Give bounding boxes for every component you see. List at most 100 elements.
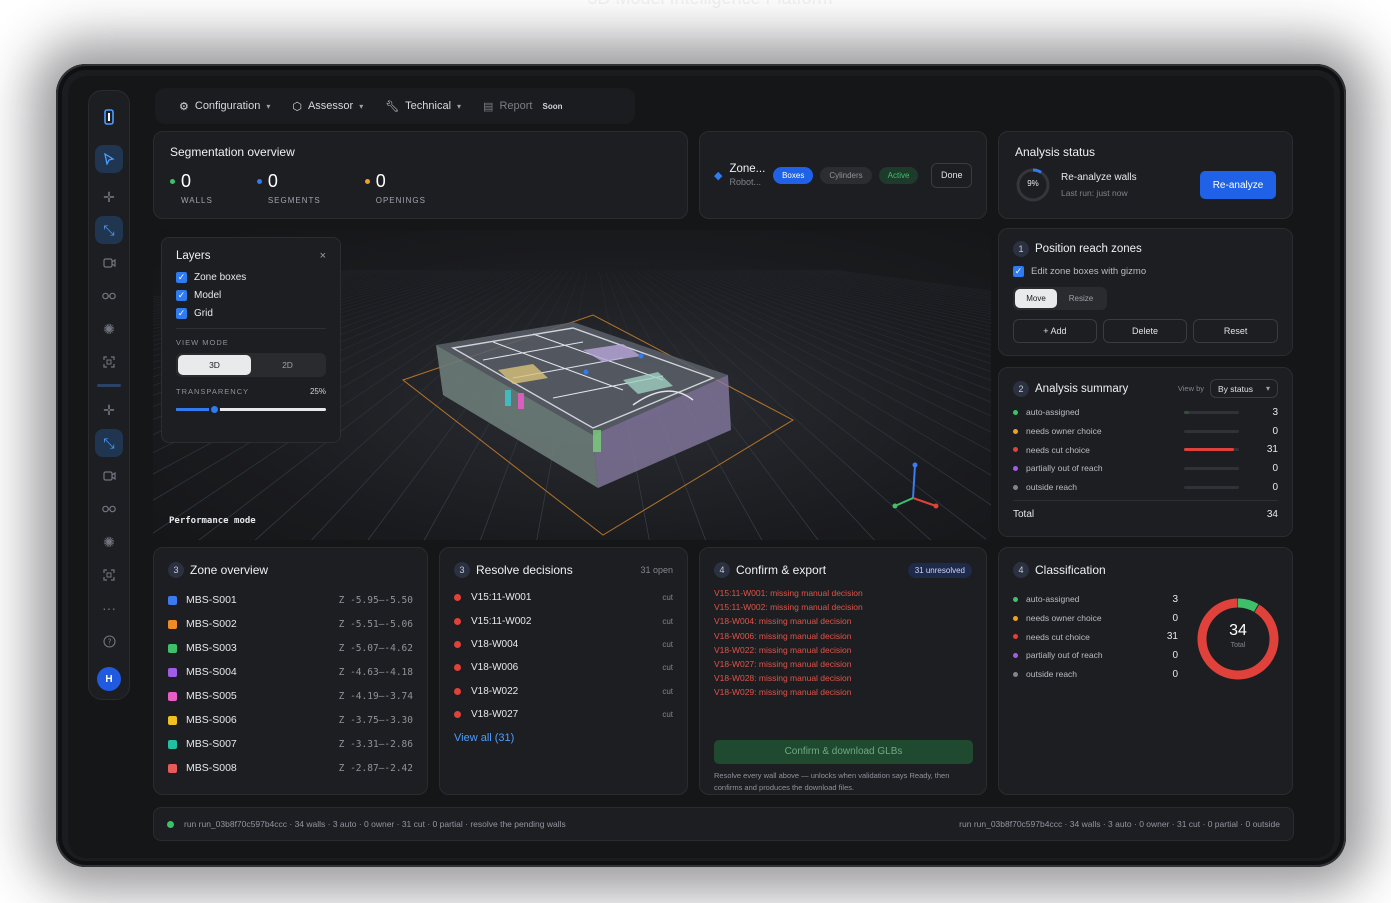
decision-row[interactable]: V15:11-W001 cut	[454, 586, 673, 609]
decision-row[interactable]: V18-W027 cut	[454, 703, 673, 726]
validation-message: V18-W027: missing manual decision	[714, 658, 852, 669]
unresolved-badge: 31 unresolved	[907, 562, 972, 578]
zone-list: MBS-S001 Z -5.95–-5.50 MBS-S002 Z -5.51–-5.…	[168, 588, 413, 780]
classification-title: Classification	[1035, 563, 1106, 577]
menu-configuration-label: Configuration	[194, 100, 261, 112]
validation-messages: V15:11-W001: missing manual decision V15:…	[714, 588, 972, 702]
glasses-icon-2[interactable]	[95, 495, 123, 523]
summary-bar	[1184, 448, 1239, 452]
decision-row[interactable]: V18-W006 cut	[454, 656, 673, 679]
reanalyze-button[interactable]: Re-analyze	[1200, 171, 1276, 199]
add-zone-button[interactable]: + Add	[1013, 319, 1097, 343]
summary-row: partially out of reach 0	[1013, 459, 1278, 478]
zone-row[interactable]: MBS-S002 Z -5.51–-5.06	[168, 612, 413, 636]
avatar[interactable]: H	[97, 667, 121, 691]
resize-button[interactable]: Resize	[1057, 289, 1105, 308]
zone-row[interactable]: MBS-S008 Z -2.87–-2.42	[168, 756, 413, 780]
collapse-arrows-icon-2[interactable]: ⤡	[95, 429, 123, 457]
decision-row[interactable]: V18-W022 cut	[454, 680, 673, 703]
slider-thumb[interactable]	[208, 404, 220, 415]
loader-icon-2[interactable]: ✺	[95, 528, 123, 556]
checkbox-checked-icon[interactable]: ✓	[176, 272, 187, 283]
done-button[interactable]: Done	[931, 162, 972, 188]
pill-cylinders[interactable]: Cylinders	[820, 166, 872, 184]
view-all-link[interactable]: View all (31)	[454, 732, 673, 744]
stat-openings: 0 OPENINGS	[364, 171, 426, 205]
status-dot	[1013, 465, 1018, 471]
checkbox-checked-icon[interactable]: ✓	[1013, 266, 1024, 277]
zone-row[interactable]: MBS-S003 Z -5.07–-4.62	[168, 636, 413, 660]
collapse-arrows-icon[interactable]: ⤡	[95, 216, 123, 244]
pending-dot	[454, 640, 461, 648]
decision-row[interactable]: V15:11-W002 cut	[454, 609, 673, 632]
status-dot	[1013, 615, 1018, 621]
zone-row[interactable]: MBS-S004 Z -4.63–-4.18	[168, 660, 413, 684]
position-reach-panel: 1 Position reach zones ✓ Edit zone boxes …	[998, 228, 1293, 356]
decision-row[interactable]: V18-W004 cut	[454, 633, 673, 656]
status-dot	[1013, 671, 1018, 677]
view-by-select[interactable]: By status ▾	[1210, 379, 1278, 398]
summary-row: auto-assigned 3	[1013, 403, 1278, 422]
pending-dot	[454, 687, 461, 695]
delete-zone-button[interactable]: Delete	[1102, 319, 1188, 343]
transparency-label: TRANSPARENCY	[176, 387, 250, 396]
move-icon-2[interactable]: ✛	[95, 396, 123, 424]
zone-row[interactable]: MBS-S001 Z -5.95–-5.50	[168, 588, 413, 612]
transparency-slider[interactable]	[176, 404, 326, 415]
zone-row[interactable]: MBS-S006 Z -3.75–-3.30	[168, 708, 413, 732]
zone-range: Z -5.95–-5.50	[338, 594, 413, 606]
classification-label: auto-assigned	[1026, 594, 1080, 605]
confirm-download-button[interactable]: Confirm & download GLBs	[714, 739, 973, 764]
layer-grid[interactable]: ✓ Grid	[176, 308, 326, 319]
pill-boxes[interactable]: Boxes	[773, 166, 814, 184]
decision-tag: cut	[662, 639, 673, 649]
frame-focus-icon-2[interactable]	[95, 561, 123, 589]
layer-zone-boxes[interactable]: ✓ Zone boxes	[176, 272, 326, 283]
soon-badge: Soon	[542, 101, 563, 111]
zone-color-swatch	[168, 715, 177, 725]
menu-configuration[interactable]: ⚙ Configuration ▾	[179, 100, 270, 113]
document-icon: ▤	[483, 100, 494, 113]
help-icon[interactable]: ?	[95, 627, 123, 655]
checkbox-checked-icon[interactable]: ✓	[176, 290, 187, 301]
glasses-icon[interactable]	[95, 282, 123, 310]
reset-zones-button[interactable]: Reset	[1193, 319, 1278, 343]
close-icon[interactable]: ×	[320, 250, 326, 262]
move-icon[interactable]: ✛	[95, 183, 123, 211]
summary-list: auto-assigned 3 needs owner choice 0 needs c…	[1013, 403, 1278, 496]
edit-gizmo-option[interactable]: ✓ Edit zone boxes with gizmo	[1013, 266, 1278, 277]
slider-fill	[176, 408, 214, 411]
layer-model[interactable]: ✓ Model	[176, 290, 326, 301]
move-button[interactable]: Move	[1015, 289, 1057, 308]
camera-icon-2[interactable]	[95, 462, 123, 490]
loader-icon[interactable]: ✺	[95, 315, 123, 343]
svg-text:?: ?	[107, 637, 111, 646]
mode-2d-button[interactable]: 2D	[251, 355, 324, 375]
menu-report[interactable]: ▤ Report Soon	[483, 100, 562, 113]
move-resize-toggle: Move Resize	[1013, 287, 1107, 310]
decision-tag: cut	[662, 593, 673, 603]
frame-focus-icon[interactable]	[95, 348, 123, 376]
mode-3d-button[interactable]: 3D	[178, 355, 251, 375]
more-icon[interactable]: ···	[95, 594, 123, 622]
gear-icon: ⚙	[179, 100, 189, 113]
select-pointer-icon[interactable]	[95, 145, 123, 173]
reanalyze-action-label: Re-analyze walls	[1061, 172, 1137, 183]
checkbox-checked-icon[interactable]: ✓	[176, 308, 187, 319]
summary-label: auto-assigned	[1026, 407, 1080, 418]
summary-bar-fill	[1184, 410, 1189, 414]
menu-assessor[interactable]: ⬡ Assessor ▾	[292, 100, 363, 113]
zone-row[interactable]: MBS-S005 Z -4.19–-3.74	[168, 684, 413, 708]
zone-color-swatch	[168, 763, 177, 773]
zone-range: Z -3.75–-3.30	[338, 714, 413, 726]
summary-bar	[1184, 410, 1239, 414]
camera-icon[interactable]	[95, 249, 123, 277]
zone-diamond-icon: ◆	[714, 169, 723, 182]
segments-dot	[256, 179, 262, 184]
zone-row[interactable]: MBS-S007 Z -3.31–-2.86	[168, 732, 413, 756]
chevron-down-icon: ▾	[1265, 384, 1270, 393]
validation-message: V15:11-W001: missing manual decision	[714, 588, 863, 598]
sidebar: ✛ ⤡ ✺ ✛ ⤡ ✺ ··· ? H	[88, 90, 130, 700]
status-dot	[1013, 634, 1018, 640]
menu-technical[interactable]: 🔧︎ Technical ▾	[385, 100, 461, 113]
